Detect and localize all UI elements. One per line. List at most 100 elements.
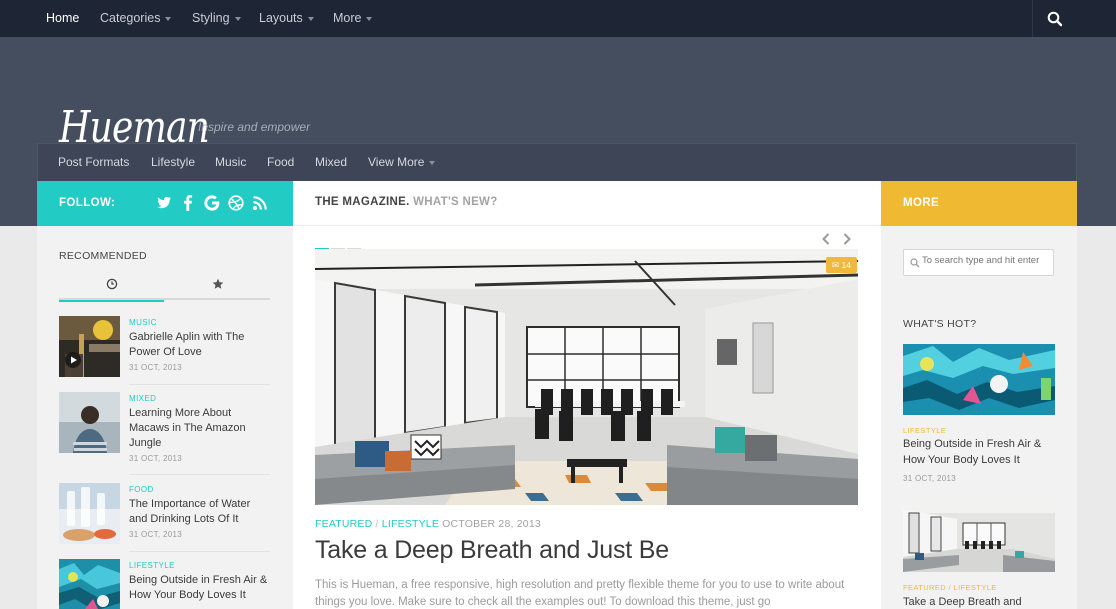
nav-home[interactable]: Home <box>46 11 79 25</box>
subnav-food[interactable]: Food <box>267 155 294 169</box>
post-category[interactable]: LIFESTYLE <box>129 561 175 570</box>
post-category: FEATURED / LIFESTYLE <box>903 583 997 592</box>
subnav-view-more[interactable]: View More <box>368 155 436 169</box>
follow-bar: FOLLOW: <box>37 181 293 226</box>
facebook-icon[interactable] <box>179 194 197 212</box>
post-date: 31 OCT, 2013 <box>129 363 182 372</box>
comment-count-badge[interactable]: ✉ 14 <box>826 257 857 273</box>
list-item[interactable]: MIXED Learning More About Macaws in The … <box>59 392 270 475</box>
post-category[interactable]: LIFESTYLE <box>903 426 946 435</box>
more-bar: MORE <box>881 181 1077 226</box>
nav-styling[interactable]: Styling <box>192 11 241 25</box>
comment-icon: ✉ <box>832 260 840 270</box>
main-heading-bar: THE MAGAZINE. WHAT'S NEW? <box>293 181 881 226</box>
chevron-down-icon <box>429 160 436 165</box>
subnav-view-more-label: View More <box>368 155 425 169</box>
heading-secondary: WHAT'S NEW? <box>413 196 498 208</box>
post-thumbnail[interactable] <box>59 483 120 544</box>
nav-divider <box>1032 0 1033 37</box>
post-date: 31 OCT, 2013 <box>129 454 182 463</box>
chevron-down-icon <box>307 16 314 21</box>
featured-post-title[interactable]: Take a Deep Breath and Just Be <box>315 536 669 565</box>
list-item[interactable]: FOOD The Importance of Water and Drinkin… <box>59 483 270 552</box>
recommended-title: RECOMMENDED <box>59 250 147 262</box>
lifestyle-thumbnail-image <box>59 559 120 609</box>
divider <box>129 384 270 385</box>
nav-home-label: Home <box>46 11 80 25</box>
post-thumbnail[interactable] <box>59 392 120 453</box>
post-date: 31 OCT, 2013 <box>129 530 182 539</box>
post-category[interactable]: MUSIC <box>129 318 157 327</box>
section-heading: THE MAGAZINE. WHAT'S NEW? <box>315 196 498 208</box>
nav-layouts-label: Layouts <box>259 11 303 25</box>
loft-room-image <box>315 249 858 505</box>
top-navigation: Home Categories Styling Layouts More <box>0 0 1116 37</box>
chevron-down-icon <box>234 16 241 21</box>
post-thumbnail[interactable] <box>903 344 1055 415</box>
google-icon[interactable] <box>203 194 221 212</box>
more-label: MORE <box>903 197 940 209</box>
post-title[interactable]: Gabrielle Aplin with The Power Of Love <box>129 330 269 360</box>
heading-primary: THE MAGAZINE. <box>315 196 410 208</box>
recommended-tabs <box>59 274 270 302</box>
post-excerpt: This is Hueman, a free responsive, high … <box>315 579 845 608</box>
chevron-down-icon <box>165 16 172 21</box>
category-link-featured[interactable]: FEATURED <box>315 518 372 530</box>
category-link[interactable]: LIFESTYLE <box>954 583 997 592</box>
left-sidebar: RECOMMENDED MUSIC Gabrielle Aplin with T… <box>37 226 293 609</box>
chevron-right-icon[interactable] <box>841 232 853 246</box>
post-thumbnail[interactable] <box>59 559 120 609</box>
divider <box>129 551 270 552</box>
graffiti-thumbnail-image <box>903 344 1055 415</box>
post-meta: FEATURED / LIFESTYLE OCTOBER 28, 2013 <box>315 518 541 530</box>
whats-hot-title: WHAT'S HOT? <box>903 318 977 330</box>
mixed-thumbnail-image <box>59 392 120 453</box>
post-date: 31 OCT, 2013 <box>903 474 956 483</box>
nav-styling-label: Styling <box>192 11 230 25</box>
chevron-left-icon[interactable] <box>820 232 832 246</box>
twitter-icon[interactable] <box>155 194 173 212</box>
sidebar-search[interactable] <box>903 249 1054 276</box>
food-thumbnail-image <box>59 483 120 544</box>
post-category[interactable]: MIXED <box>129 394 156 403</box>
post-thumbnail[interactable] <box>903 501 1055 572</box>
category-link[interactable]: FEATURED <box>903 583 946 592</box>
search-input[interactable] <box>922 255 1050 266</box>
post-title[interactable]: Take a Deep Breath and <box>903 595 1055 609</box>
dribbble-icon[interactable] <box>227 194 245 212</box>
post-thumbnail[interactable] <box>59 316 120 377</box>
site-tagline: Inspire and empower <box>198 120 311 134</box>
list-item[interactable]: LIFESTYLE Being Outside in Fresh Air & H… <box>59 559 270 609</box>
subnav-lifestyle[interactable]: Lifestyle <box>151 155 195 169</box>
list-item[interactable]: LIFESTYLE Being Outside in Fresh Air & H… <box>903 344 1055 484</box>
search-icon <box>910 258 920 268</box>
list-item[interactable]: MUSIC Gabrielle Aplin with The Power Of … <box>59 316 270 385</box>
tab-recent[interactable] <box>59 274 164 302</box>
nav-categories[interactable]: Categories <box>100 11 172 25</box>
nav-categories-label: Categories <box>100 11 161 25</box>
subnav-mixed[interactable]: Mixed <box>315 155 347 169</box>
category-link-lifestyle[interactable]: LIFESTYLE <box>382 518 439 530</box>
music-thumbnail-image <box>59 316 120 377</box>
category-separator: / <box>948 583 952 592</box>
right-sidebar: WHAT'S HOT? LIFESTYLE Being Outside in F… <box>881 226 1077 609</box>
post-title[interactable]: Learning More About Macaws in The Amazon… <box>129 406 269 451</box>
category-navigation: Post Formats Lifestyle Music Food Mixed … <box>37 143 1077 181</box>
search-icon[interactable] <box>1046 10 1064 28</box>
rss-icon[interactable] <box>251 194 269 212</box>
list-item[interactable]: FEATURED / LIFESTYLE Take a Deep Breath … <box>903 501 1055 609</box>
post-title[interactable]: Being Outside in Fresh Air & How Your Bo… <box>129 573 269 603</box>
nav-more-label: More <box>333 11 362 25</box>
divider <box>129 474 270 475</box>
category-separator: / <box>375 518 379 530</box>
nav-more[interactable]: More <box>333 11 373 25</box>
post-title[interactable]: The Importance of Water and Drinking Lot… <box>129 497 269 527</box>
featured-image[interactable] <box>315 249 858 505</box>
subnav-post-formats[interactable]: Post Formats <box>58 155 129 169</box>
post-title[interactable]: Being Outside in Fresh Air & How Your Bo… <box>903 437 1055 468</box>
subnav-music[interactable]: Music <box>215 155 246 169</box>
tab-popular[interactable] <box>165 274 270 300</box>
post-category[interactable]: FOOD <box>129 485 154 494</box>
star-icon <box>212 278 224 289</box>
nav-layouts[interactable]: Layouts <box>259 11 314 25</box>
